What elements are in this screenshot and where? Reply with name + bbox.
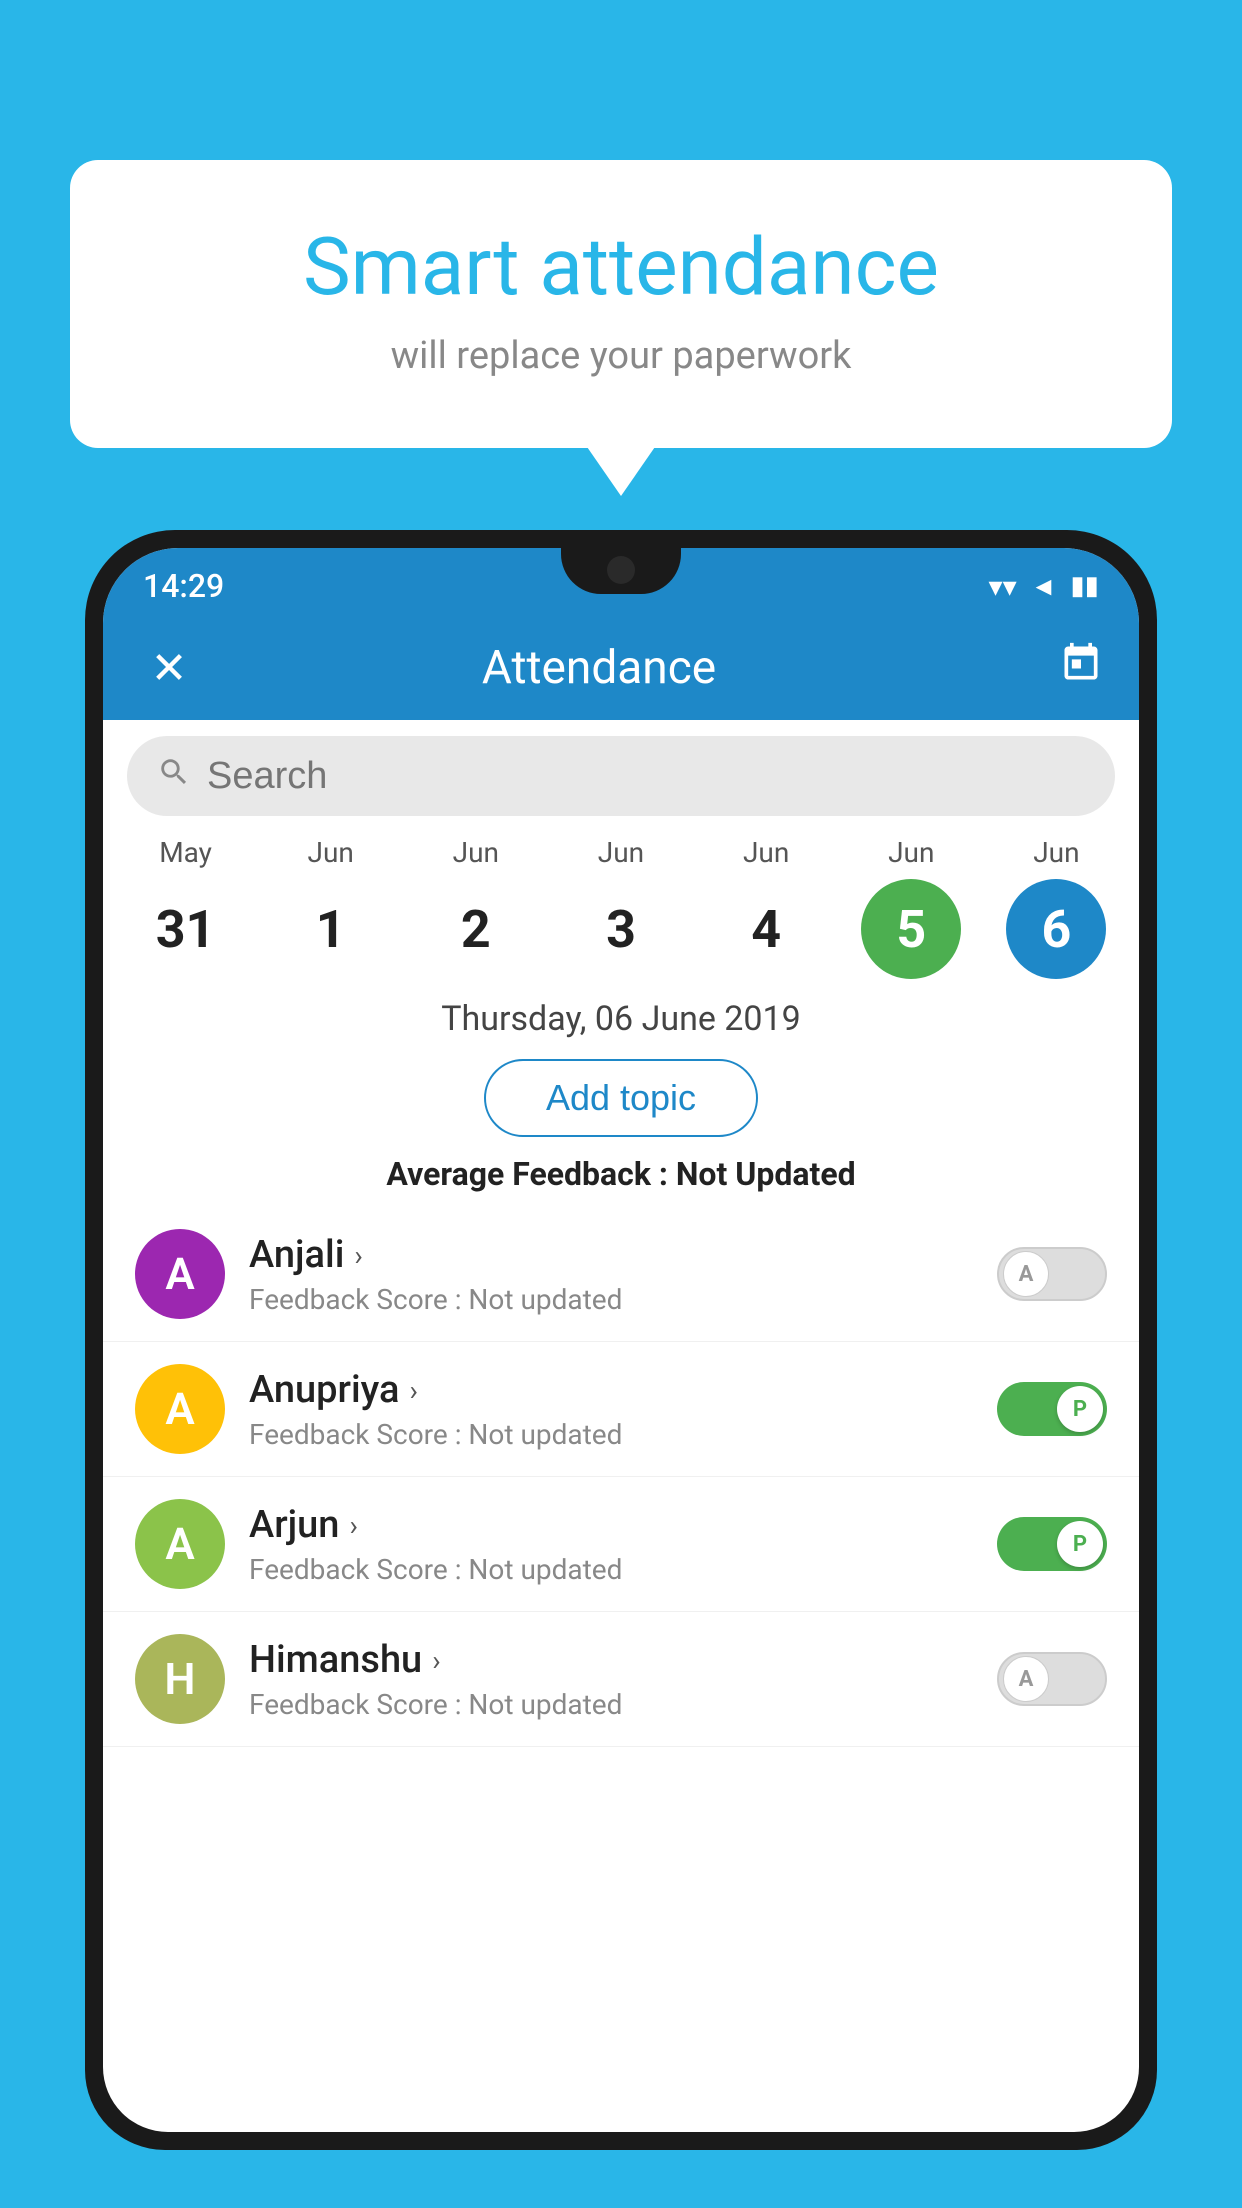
student-avatar-2: A [135, 1499, 225, 1589]
toggle-2[interactable]: P [997, 1517, 1107, 1571]
date-label: Thursday, 06 June 2019 [103, 989, 1139, 1043]
toggle-container-3[interactable]: A [997, 1652, 1107, 1706]
student-info-3: Himanshu › Feedback Score : Not updated [249, 1638, 997, 1721]
cal-day-4[interactable]: Jun 4 [706, 836, 826, 979]
cal-date-2[interactable]: 2 [426, 879, 526, 979]
cal-month-6: Jun [1033, 836, 1079, 869]
cal-month-1: Jun [308, 836, 354, 869]
student-arrow-2: › [349, 1509, 357, 1542]
cal-month-4: Jun [743, 836, 789, 869]
student-name-row-1: Anupriya › [249, 1368, 997, 1412]
cal-day-3[interactable]: Jun 3 [561, 836, 681, 979]
battery-icon: ▮▮ [1070, 571, 1099, 601]
cal-month-3: Jun [598, 836, 644, 869]
phone-container: 14:29 ▾▾ ◄ ▮▮ ✕ Attendance [85, 530, 1157, 2208]
wifi-icon: ▾▾ [989, 570, 1017, 603]
toggle-1[interactable]: P [997, 1382, 1107, 1436]
student-info-1: Anupriya › Feedback Score : Not updated [249, 1368, 997, 1451]
student-row-3[interactable]: H Himanshu › Feedback Score : Not updatedA [103, 1612, 1139, 1747]
cal-month-2: Jun [453, 836, 499, 869]
cal-month-0: May [159, 836, 212, 869]
phone-screen: 14:29 ▾▾ ◄ ▮▮ ✕ Attendance [103, 548, 1139, 2132]
student-name-row-3: Himanshu › [249, 1638, 997, 1682]
student-avatar-0: A [135, 1229, 225, 1319]
page-title: Attendance [139, 641, 1059, 695]
student-name-row-0: Anjali › [249, 1233, 997, 1277]
add-topic-button[interactable]: Add topic [484, 1059, 758, 1137]
avg-feedback: Average Feedback : Not Updated [103, 1147, 1139, 1207]
speech-bubble: Smart attendance will replace your paper… [70, 160, 1172, 448]
cal-date-5[interactable]: 5 [861, 879, 961, 979]
cal-day-6[interactable]: Jun 6 [996, 836, 1116, 979]
toggle-container-1[interactable]: P [997, 1382, 1107, 1436]
student-name-1: Anupriya [249, 1368, 399, 1412]
student-avatar-3: H [135, 1634, 225, 1724]
cal-date-0[interactable]: 31 [136, 879, 236, 979]
student-name-3: Himanshu [249, 1638, 422, 1682]
student-feedback-3: Feedback Score : Not updated [249, 1688, 997, 1721]
student-info-2: Arjun › Feedback Score : Not updated [249, 1503, 997, 1586]
student-name-0: Anjali [249, 1233, 344, 1277]
cal-month-5: Jun [888, 836, 934, 869]
toggle-0[interactable]: A [997, 1247, 1107, 1301]
bubble-subtitle: will replace your paperwork [150, 334, 1092, 378]
student-arrow-0: › [354, 1239, 362, 1272]
cal-day-2[interactable]: Jun 2 [416, 836, 536, 979]
cal-day-0[interactable]: May 31 [126, 836, 246, 979]
cal-day-5[interactable]: Jun 5 [851, 836, 971, 979]
student-feedback-2: Feedback Score : Not updated [249, 1553, 997, 1586]
student-feedback-1: Feedback Score : Not updated [249, 1418, 997, 1451]
student-arrow-3: › [432, 1644, 440, 1677]
toggle-knob-2: P [1057, 1521, 1103, 1567]
phone-camera [607, 556, 635, 584]
phone-outer: 14:29 ▾▾ ◄ ▮▮ ✕ Attendance [85, 530, 1157, 2150]
search-container[interactable] [127, 736, 1115, 816]
student-row-1[interactable]: A Anupriya › Feedback Score : Not updated P [103, 1342, 1139, 1477]
toggle-container-2[interactable]: P [997, 1517, 1107, 1571]
top-bar: ✕ Attendance [103, 620, 1139, 720]
toggle-knob-0: A [1003, 1251, 1049, 1297]
student-row-0[interactable]: AAnjali›Feedback Score : Not updatedA [103, 1207, 1139, 1342]
search-icon [157, 755, 191, 798]
cal-date-6[interactable]: 6 [1006, 879, 1106, 979]
cal-day-1[interactable]: Jun 1 [271, 836, 391, 979]
calendar-strip: May 31 Jun 1 Jun 2 Jun 3 Jun 4 Jun 5 Jun 6 [103, 816, 1139, 989]
student-info-0: Anjali › Feedback Score : Not updated [249, 1233, 997, 1316]
cal-date-3[interactable]: 3 [571, 879, 671, 979]
student-name-2: Arjun [249, 1503, 339, 1547]
bubble-title: Smart attendance [150, 220, 1092, 314]
student-feedback-0: Feedback Score : Not updated [249, 1283, 997, 1316]
cal-date-1[interactable]: 1 [281, 879, 381, 979]
student-arrow-1: › [409, 1374, 417, 1407]
status-time: 14:29 [143, 567, 224, 605]
toggle-knob-3: A [1003, 1656, 1049, 1702]
calendar-icon[interactable] [1059, 641, 1103, 695]
status-icons: ▾▾ ◄ ▮▮ [989, 570, 1099, 603]
speech-bubble-container: Smart attendance will replace your paper… [70, 160, 1172, 448]
cal-date-4[interactable]: 4 [716, 879, 816, 979]
add-topic-container: Add topic [103, 1043, 1139, 1147]
signal-icon: ◄ [1031, 571, 1057, 602]
toggle-3[interactable]: A [997, 1652, 1107, 1706]
student-avatar-1: A [135, 1364, 225, 1454]
toggle-knob-1: P [1057, 1386, 1103, 1432]
student-row-2[interactable]: A Arjun › Feedback Score : Not updated P [103, 1477, 1139, 1612]
toggle-container-0[interactable]: A [997, 1247, 1107, 1301]
student-name-row-2: Arjun › [249, 1503, 997, 1547]
student-list: AAnjali›Feedback Score : Not updatedAAAn… [103, 1207, 1139, 2132]
search-input[interactable] [207, 755, 1085, 798]
